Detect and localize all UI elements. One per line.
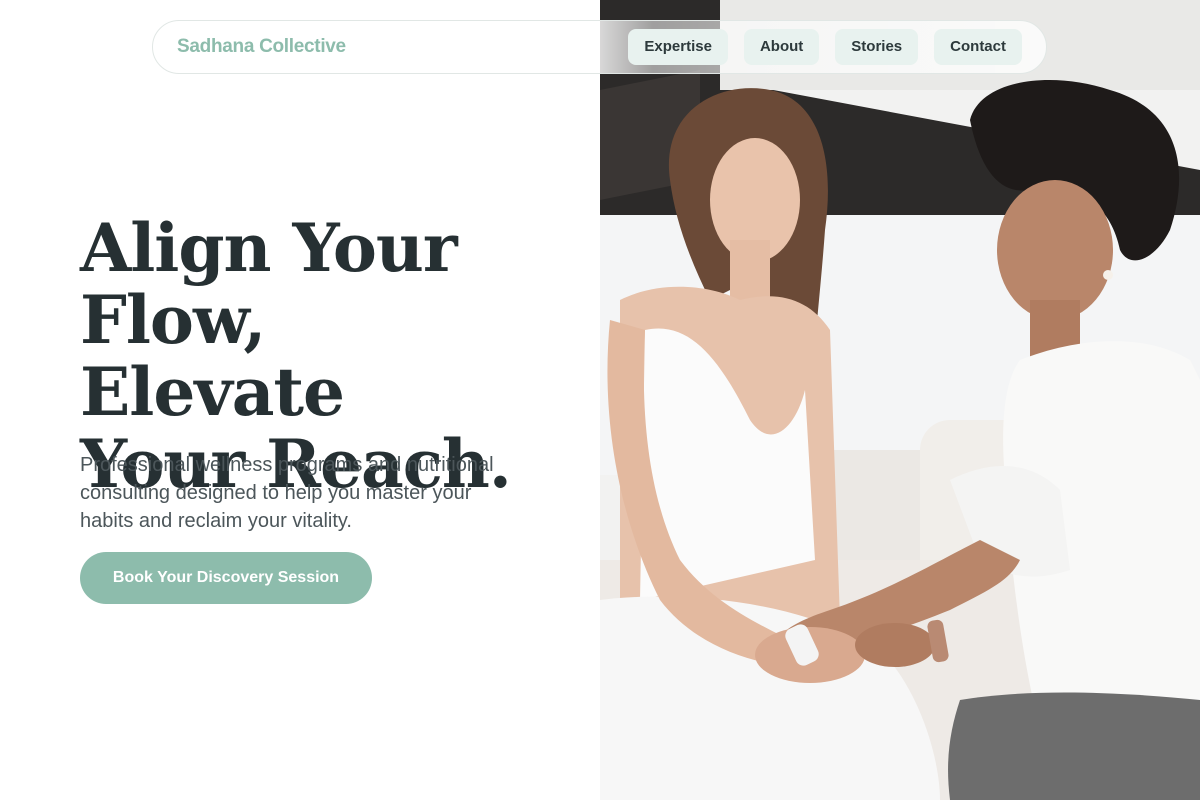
- nav-link-expertise[interactable]: Expertise: [628, 29, 728, 65]
- brand-logo[interactable]: Sadhana Collective: [177, 21, 346, 73]
- top-navbar: Sadhana Collective Expertise About Stori…: [152, 20, 1047, 74]
- hero-photo: [600, 0, 1200, 800]
- hero-subtext: Professional wellness programs and nutri…: [80, 454, 494, 532]
- nav-link-contact[interactable]: Contact: [934, 29, 1022, 65]
- nav-link-stories[interactable]: Stories: [835, 29, 919, 65]
- headline-line-2: Flow, Elevate: [80, 281, 345, 431]
- landing-page: Align Your Flow, Elevate Your Reach. Pro…: [0, 0, 1200, 800]
- nav-link-about[interactable]: About: [743, 29, 820, 65]
- hero-content: Align Your Flow, Elevate Your Reach. Pro…: [0, 0, 600, 800]
- nav-links: Expertise About Stories Contact: [628, 29, 1022, 65]
- headline-line-1: Align Your: [80, 209, 458, 287]
- book-discovery-session-button[interactable]: Book Your Discovery Session: [80, 552, 372, 604]
